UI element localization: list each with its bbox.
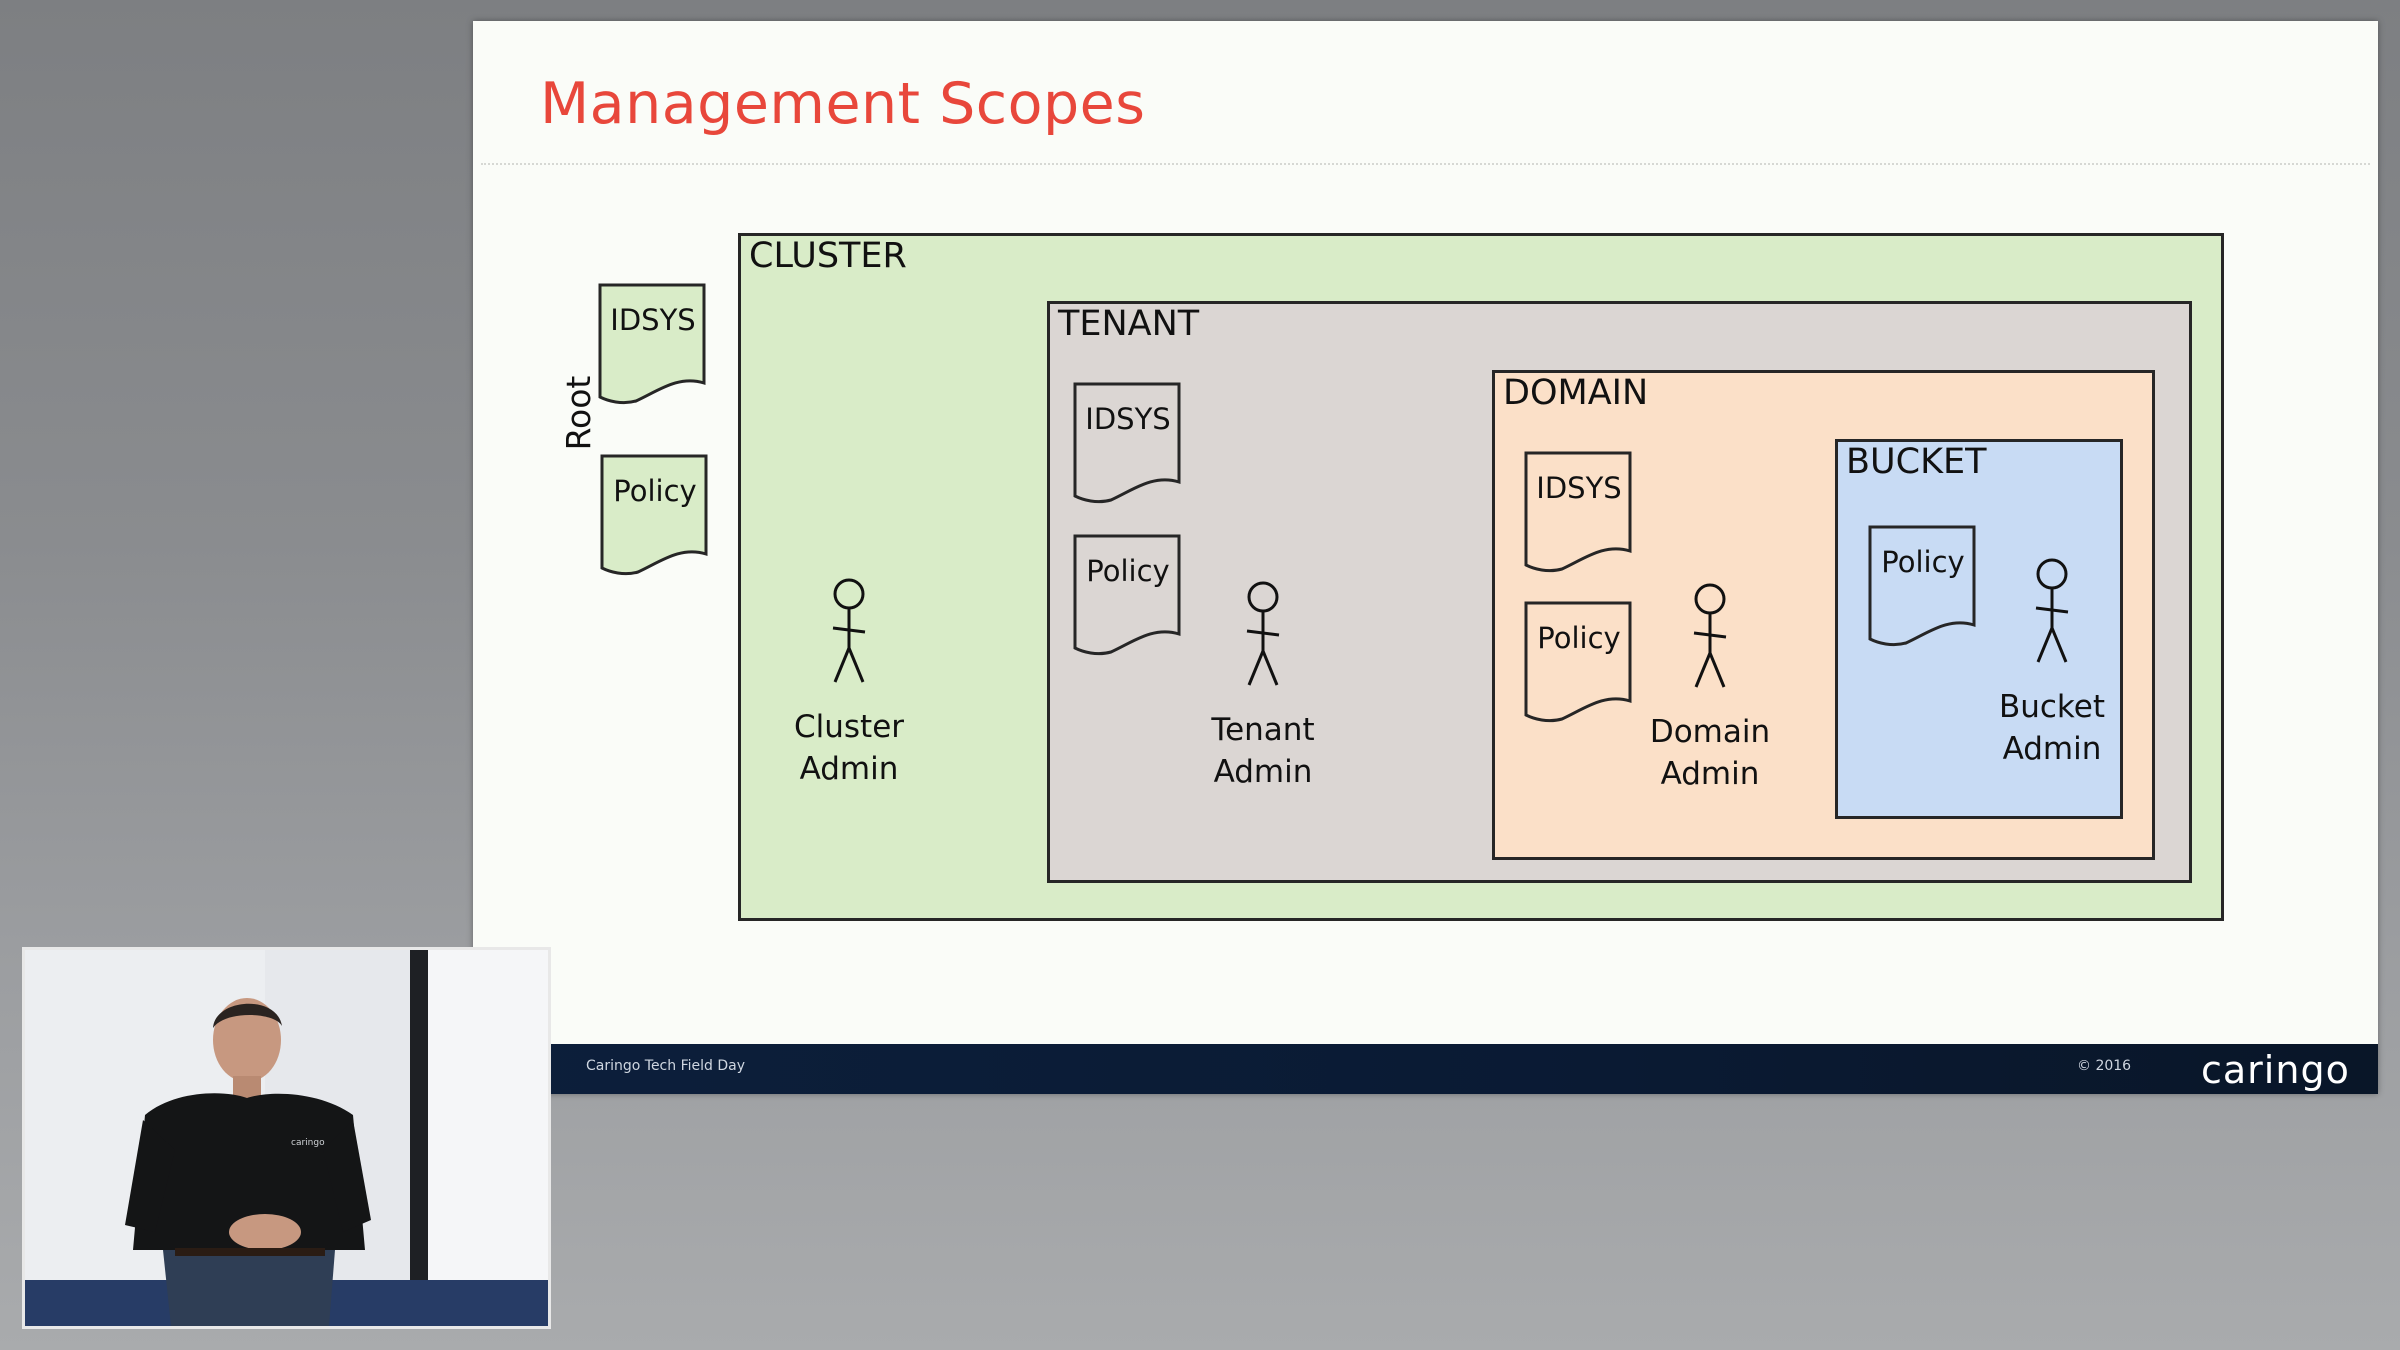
domain-admin-actor: Domain Admin [1610, 581, 1810, 795]
caringo-logo: caringo [2201, 1048, 2350, 1092]
document-label: Policy [613, 474, 697, 508]
footer-event-text: Caringo Tech Field Day [586, 1058, 745, 1074]
stick-figure-icon [1693, 583, 1727, 688]
presentation-slide: Management Scopes Root IDSYS Policy CLUS… [473, 21, 2378, 1094]
actor-label-line1: Domain [1649, 714, 1771, 750]
stick-figure-icon [832, 578, 866, 683]
actor-label-line2: Admin [799, 751, 899, 787]
cluster-scope-box: CLUSTER Cluster Admin TENANT IDSYS Polic… [738, 233, 2224, 921]
domain-idsys-document: IDSYS [1524, 451, 1634, 576]
footer-copyright: © 2016 [2077, 1058, 2132, 1074]
actor-label-line2: Admin [1660, 756, 1760, 792]
domain-scope-box: DOMAIN IDSYS Policy Domain Admin BUCKET … [1492, 370, 2155, 860]
slide-footer: Caringo Tech Field Day © 2016 caringo [473, 1044, 2378, 1094]
title-divider [481, 163, 2370, 165]
root-label: Root [559, 375, 598, 451]
cluster-admin-actor: Cluster Admin [749, 576, 949, 790]
document-label: IDSYS [610, 303, 696, 337]
document-label: IDSYS [1085, 402, 1171, 436]
stick-figure-icon [2035, 558, 2069, 663]
tenant-admin-actor: Tenant Admin [1163, 579, 1363, 793]
presenter-video-inset: caringo [22, 947, 551, 1329]
tenant-idsys-document: IDSYS [1073, 382, 1183, 507]
actor-label-line1: Cluster [793, 709, 905, 745]
shirt-logo: caringo [291, 1138, 325, 1148]
bucket-admin-actor: Bucket Admin [1952, 556, 2152, 770]
domain-label: DOMAIN [1503, 373, 1649, 413]
actor-label-line1: Tenant [1211, 712, 1315, 748]
root-policy-document: Policy [600, 454, 710, 579]
actor-label-line2: Admin [1213, 754, 1313, 790]
actor-label-line1: Bucket [1998, 689, 2106, 725]
actor-label-line2: Admin [2002, 731, 2102, 767]
presenter-image: caringo [25, 950, 548, 1326]
cluster-label: CLUSTER [749, 236, 907, 276]
document-label: IDSYS [1536, 471, 1622, 505]
tenant-label: TENANT [1058, 304, 1200, 344]
slide-title: Management Scopes [540, 71, 1146, 137]
root-idsys-document: IDSYS [598, 283, 708, 408]
tenant-scope-box: TENANT IDSYS Policy Tenant Admin DOMAIN … [1047, 301, 2192, 883]
bucket-label: BUCKET [1846, 442, 1987, 482]
bucket-scope-box: BUCKET Policy Bucket Admin [1835, 439, 2123, 819]
stick-figure-icon [1246, 581, 1280, 686]
